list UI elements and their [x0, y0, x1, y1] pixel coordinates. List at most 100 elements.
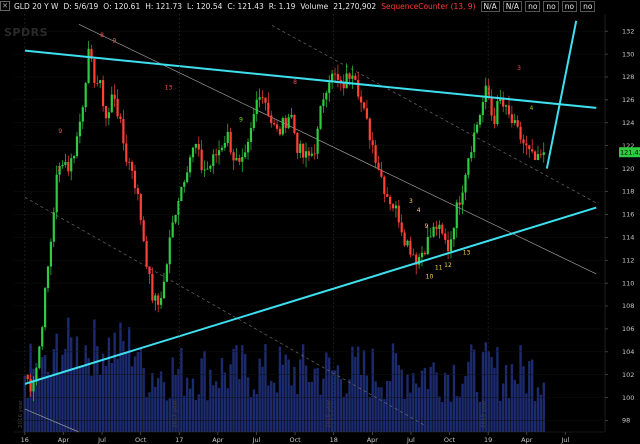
x-axis-tick-label: Oct: [289, 436, 301, 444]
close-value: C: 121.43: [227, 1, 264, 11]
candle-body: [183, 182, 186, 187]
chart-window[interactable]: 1 9 8 9 13 9 8 3 4 9 10 11 12 13 3 4 132 130 128 126 124 122…: [0, 0, 640, 444]
candle-body: [44, 288, 47, 328]
volume-bar: [241, 345, 244, 432]
x-axis-tick-label: Jul: [406, 436, 415, 444]
candle-body: [473, 132, 476, 153]
price-candle: [38, 345, 41, 370]
candle-body: [357, 79, 360, 97]
close-icon[interactable]: ✕: [0, 1, 10, 11]
candle-body: [180, 186, 183, 201]
volume-bar: [499, 400, 502, 432]
last-price-label: 121.43: [620, 149, 640, 157]
volume-bar: [374, 381, 377, 432]
volume-bar: [493, 367, 496, 432]
candle-body: [464, 174, 467, 193]
candle-body: [313, 153, 316, 155]
y-axis-tick-label: 126: [622, 96, 634, 104]
candle-body: [223, 142, 226, 148]
x-axis-tick-label: 17: [175, 436, 183, 444]
price-candle: [533, 150, 537, 161]
spdr-watermark: SPDRS: [4, 26, 49, 39]
indicator-name[interactable]: SequenceCounter (13, 9): [381, 2, 475, 11]
candle-body: [125, 143, 128, 162]
x-axis-tick-label: Apr: [58, 436, 70, 444]
candle-body: [351, 75, 354, 79]
volume-bar: [380, 387, 383, 432]
volume-bar: [212, 385, 215, 432]
volume-bar: [394, 353, 398, 432]
volume-bar: [470, 344, 473, 432]
candle-body: [333, 73, 337, 75]
candle-body: [203, 169, 206, 171]
y-axis-tick-label: 110: [622, 279, 634, 287]
y-axis-tick-label: 116: [622, 211, 634, 219]
candle-body: [159, 298, 163, 305]
volume-bar: [345, 393, 348, 432]
volume-bar: [290, 385, 293, 432]
candle-body: [389, 196, 392, 205]
candle-body: [374, 145, 377, 163]
volume-bar: [432, 362, 435, 432]
volume-bar: [75, 336, 79, 432]
candle-body: [307, 151, 311, 156]
price-chart[interactable]: 198913983491011 121334 132130128126124122…: [0, 0, 640, 444]
candle-body: [238, 157, 241, 162]
volume-bar: [406, 374, 409, 432]
volume-bar: [168, 398, 171, 432]
y-axis-tick-label: 124: [622, 119, 634, 127]
volume-bar: [333, 370, 337, 432]
candle-body: [467, 158, 470, 175]
volume-bar: [467, 361, 470, 432]
candle-body: [133, 170, 137, 189]
open-value: O: 120.61: [103, 1, 141, 11]
volume-bar: [536, 387, 540, 432]
candle-body: [46, 266, 50, 289]
candle-body: [165, 264, 168, 282]
candle-body: [52, 212, 55, 242]
date-value: D: 5/6/19: [63, 1, 99, 11]
volume-bar: [84, 345, 87, 432]
volume-bar: [136, 351, 140, 432]
candle-body: [99, 80, 102, 84]
sequence-count-label: 8: [293, 79, 297, 86]
x-axis-tick-label: 18: [330, 436, 338, 444]
candle-body: [510, 114, 513, 124]
candle-body: [128, 161, 131, 163]
volume-bar: [530, 359, 534, 432]
candle-body: [287, 117, 290, 129]
volume-bar: [383, 398, 386, 432]
volume-bar: [49, 375, 53, 432]
volume-bar: [426, 389, 429, 432]
candle-body: [336, 74, 340, 80]
candle-body: [119, 116, 122, 120]
volume-bar: [475, 391, 479, 432]
candle-body: [360, 96, 363, 103]
candle-body: [215, 154, 218, 156]
candle-body: [293, 114, 296, 134]
volume-bar: [359, 375, 363, 432]
volume-bar: [159, 371, 163, 432]
volume-bar: [496, 347, 499, 432]
x-axis-tick-label: Jul: [97, 436, 106, 444]
indicator-value-6: no: [580, 0, 596, 12]
volume-bar: [235, 345, 238, 432]
price-candle: [180, 186, 183, 202]
price-candle: [165, 262, 168, 282]
candle-body: [420, 252, 424, 258]
symbol-label[interactable]: GLD 20 Y W: [14, 2, 58, 11]
volume-bar: [125, 353, 128, 432]
sequence-count-label: 9: [112, 38, 116, 45]
candle-body: [507, 105, 511, 115]
candle-body: [281, 118, 284, 135]
volume-bar: [64, 348, 67, 432]
volume-bar: [377, 387, 380, 432]
candle-body: [145, 241, 148, 267]
volume-bar: [339, 378, 343, 432]
indicator-value-2: N/A: [502, 0, 523, 12]
candle-body: [542, 152, 545, 155]
candle-body: [325, 92, 328, 100]
candle-body: [400, 222, 403, 233]
y-axis-tick-label: 112: [622, 256, 634, 264]
candle-body: [32, 381, 35, 392]
